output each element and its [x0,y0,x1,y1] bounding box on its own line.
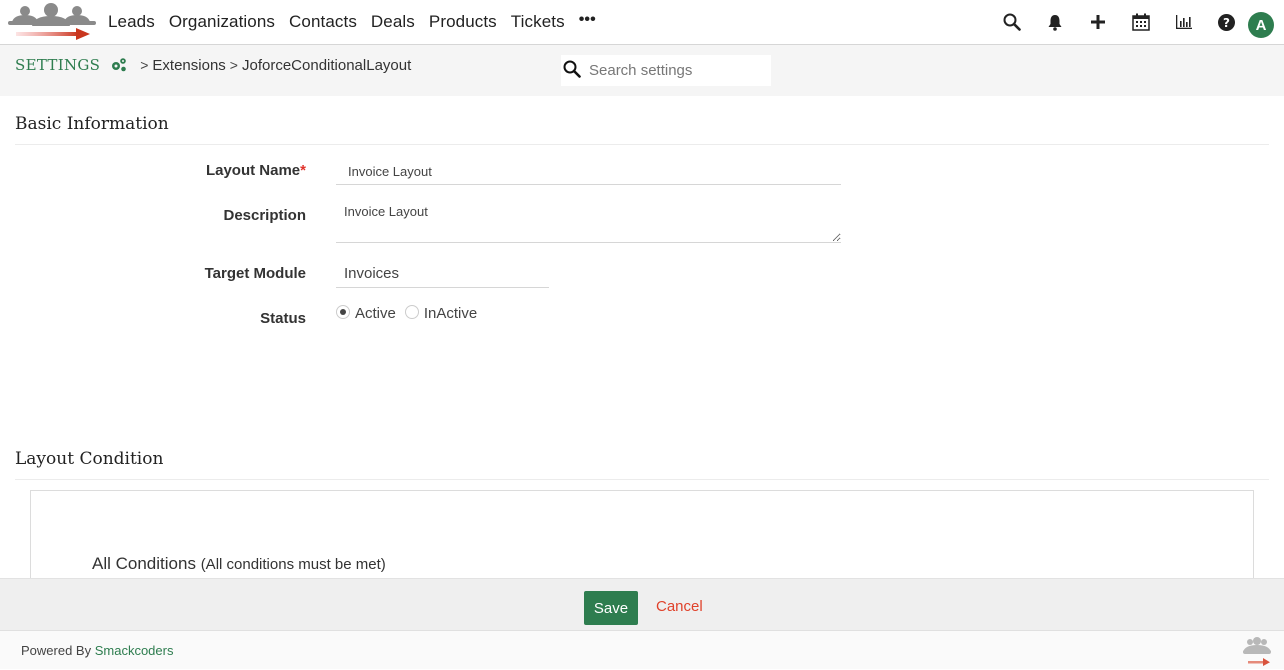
footer-logo-icon [1242,636,1272,670]
nav-deals[interactable]: Deals [371,12,415,32]
nav-organizations[interactable]: Organizations [169,12,275,32]
nav-products[interactable]: Products [429,12,497,32]
save-button[interactable]: Save [584,591,638,625]
settings-search [561,55,771,86]
search-icon[interactable] [990,0,1033,44]
help-icon[interactable]: ? [1205,0,1248,44]
conditions-panel [30,490,1254,590]
description-textarea[interactable]: Invoice Layout [336,200,841,243]
user-avatar[interactable]: A [1248,12,1274,38]
nav-leads[interactable]: Leads [108,12,155,32]
status-label: Status [260,310,306,327]
nav-more-button[interactable]: ••• [579,11,596,29]
status-inactive-radio[interactable] [404,305,419,319]
all-conditions-heading: All Conditions (All conditions must be m… [92,554,386,573]
cancel-link[interactable]: Cancel [656,598,703,615]
nav-tickets[interactable]: Tickets [511,12,565,32]
smackcoders-link[interactable]: Smackcoders [95,643,174,658]
required-mark: * [300,162,306,179]
form-actions-bar: Save Cancel [0,578,1284,630]
layout-name-label: Layout Name* [205,162,306,179]
gears-icon [110,57,128,73]
svg-text:?: ? [1223,16,1230,30]
breadcrumb-current: JoforceConditionalLayout [241,56,412,74]
basic-information-title: Basic Information [15,114,169,134]
calendar-icon[interactable] [1119,0,1162,44]
status-active-label[interactable]: Active [355,305,396,322]
status-radio-group: Active InActive [336,305,477,322]
breadcrumb-extensions[interactable]: Extensions [152,57,225,74]
section-divider [15,144,1269,145]
nav-contacts[interactable]: Contacts [289,12,357,32]
breadcrumb-settings[interactable]: SETTINGS [15,56,100,74]
breadcrumb-separator: > [140,57,149,73]
plus-icon[interactable] [1076,0,1119,44]
powered-by-text: Powered By Smackcoders [21,643,174,658]
description-label: Description [223,207,306,224]
top-navbar: Leads Organizations Contacts Deals Produ… [0,0,1284,45]
settings-bar: SETTINGS > Extensions > JoforceCondition… [0,45,1284,96]
status-active-radio[interactable] [336,305,350,319]
layout-name-input[interactable] [336,158,841,185]
status-inactive-label[interactable]: InActive [424,305,477,322]
section-divider [15,479,1269,480]
target-module-value[interactable]: Invoices [336,262,549,288]
bell-icon[interactable] [1033,0,1076,44]
search-settings-input[interactable] [589,62,759,79]
breadcrumb-separator: > [229,57,238,73]
header-actions: ? A [990,0,1284,44]
layout-condition-title: Layout Condition [15,449,164,469]
app-logo[interactable] [4,2,98,40]
target-module-label: Target Module [204,265,306,282]
breadcrumb: SETTINGS > Extensions > JoforceCondition… [15,56,411,74]
search-icon [563,60,581,82]
footer: Powered By Smackcoders [0,630,1284,669]
all-conditions-hint: (All conditions must be met) [200,556,386,573]
chart-icon[interactable] [1162,0,1205,44]
main-nav: Leads Organizations Contacts Deals Produ… [108,0,610,44]
